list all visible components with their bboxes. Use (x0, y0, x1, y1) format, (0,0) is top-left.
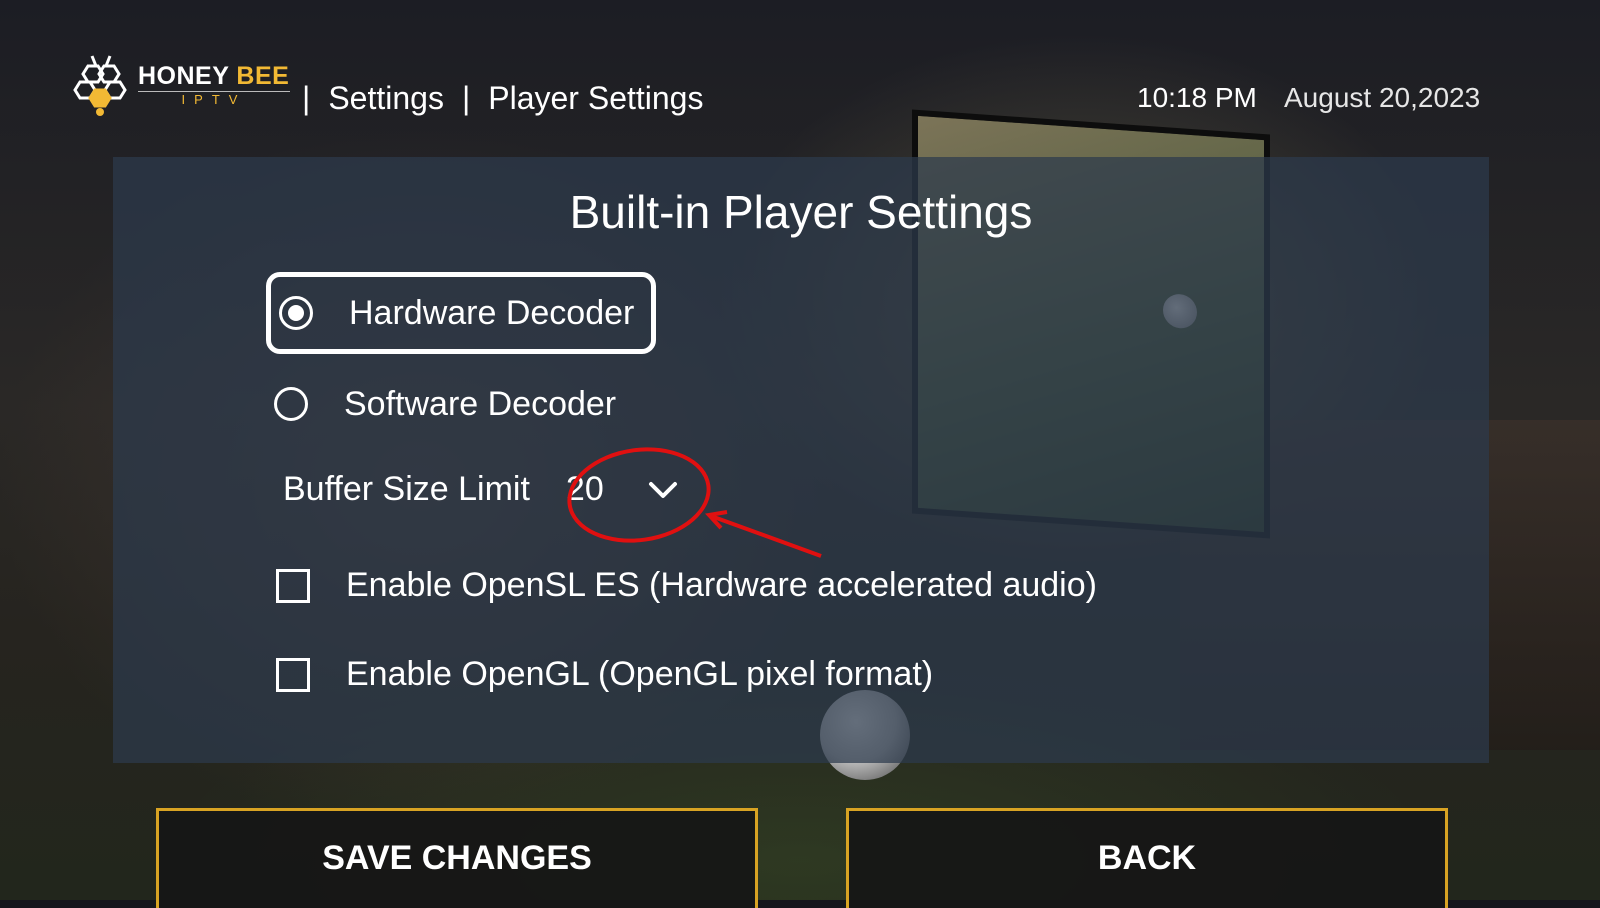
clock-date: August 20,2023 (1284, 82, 1481, 113)
opengl-option[interactable]: Enable OpenGL (OpenGL pixel format) (276, 655, 933, 694)
save-changes-button[interactable]: SAVE CHANGES (156, 808, 758, 908)
app-logo: HONEY BEE IPTV (68, 52, 290, 118)
breadcrumb-separator: | (302, 80, 311, 116)
software-decoder-option[interactable]: Software Decoder (266, 363, 656, 445)
logo-subtext: IPTV (138, 91, 290, 106)
hardware-decoder-label: Hardware Decoder (349, 293, 635, 332)
logo-text-honey: HONEY (138, 62, 229, 90)
checkbox-icon[interactable] (276, 568, 310, 603)
opensl-option[interactable]: Enable OpenSL ES (Hardware accelerated a… (276, 566, 1097, 605)
breadcrumb-settings[interactable]: Settings (328, 80, 444, 117)
breadcrumb-separator: | (461, 80, 471, 116)
breadcrumb-player-settings: Player Settings (488, 80, 704, 116)
clock-time: 10:18 PM (1137, 82, 1257, 113)
page-title: Built-in Player Settings (569, 186, 1033, 238)
radio-unselected-icon[interactable] (274, 387, 308, 421)
back-button[interactable]: BACK (846, 808, 1448, 908)
hardware-decoder-option[interactable]: Hardware Decoder (266, 272, 656, 354)
checkbox-icon[interactable] (276, 657, 310, 692)
radio-selected-icon[interactable] (279, 296, 313, 330)
honeycomb-logo-icon (73, 55, 127, 116)
opengl-label: Enable OpenGL (OpenGL pixel format) (346, 655, 934, 693)
breadcrumb: | Settings | Player Settings (302, 80, 703, 117)
logo-text-bee: BEE (236, 62, 290, 90)
software-decoder-label: Software Decoder (344, 384, 617, 423)
annotation-arrow (705, 510, 822, 558)
buffer-size-label: Buffer Size Limit (283, 470, 530, 508)
opensl-label: Enable OpenSL ES (Hardware accelerated a… (346, 566, 1097, 604)
